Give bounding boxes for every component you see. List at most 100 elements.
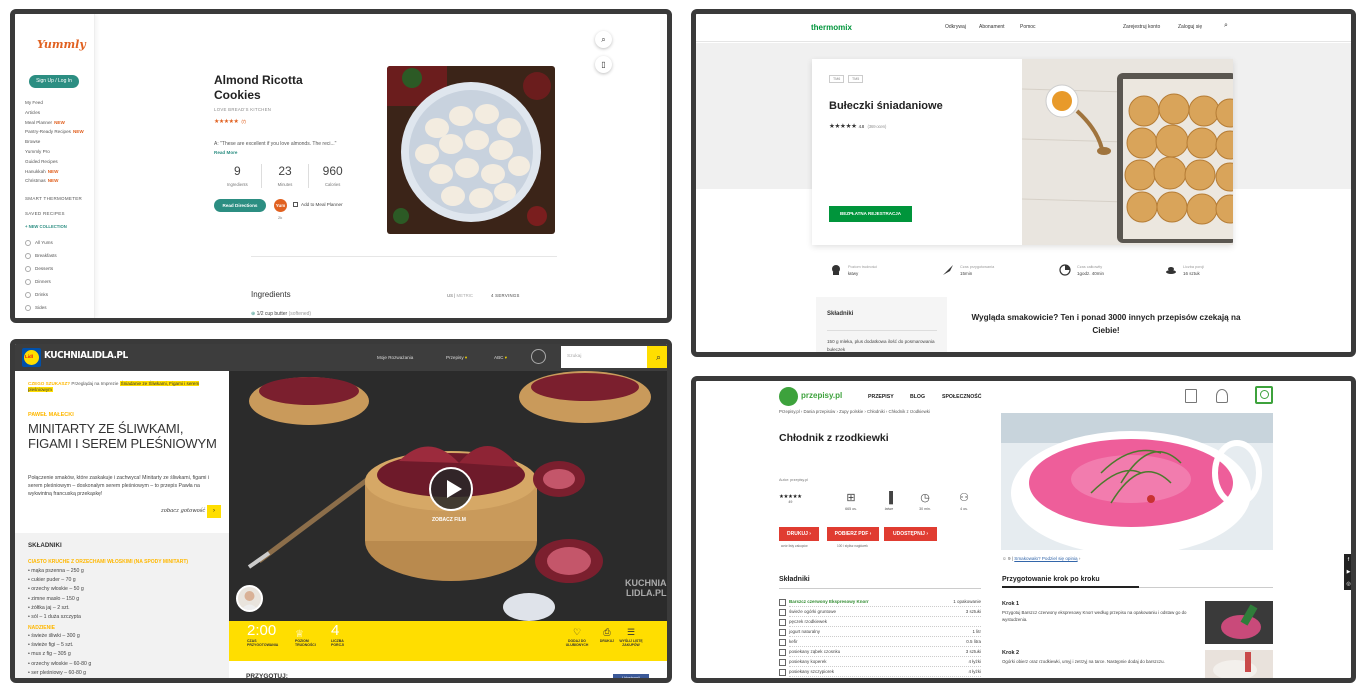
clock-icon: ◷ — [920, 492, 930, 504]
sidebar-item[interactable]: Articles — [25, 108, 95, 118]
author-name[interactable]: PAWEŁ MAŁECKI — [28, 412, 74, 418]
menu-spolecznosc[interactable]: SPOŁECZNOŚĆ — [942, 394, 982, 400]
print-button[interactable]: ⎙ DRUKUJ — [594, 627, 620, 643]
search-icon[interactable] — [1255, 386, 1273, 404]
search-icon[interactable]: ⌕ — [1224, 22, 1228, 30]
stat-minutes: 23 Minutes — [262, 164, 310, 188]
ingredient-row[interactable]: świeże ogórki gruntowe 3 sztuki — [779, 607, 981, 617]
print-button[interactable]: DRUKUJ › — [779, 527, 819, 541]
collection-item[interactable]: Dinners — [25, 275, 57, 288]
search-icon[interactable]: ⌕ — [595, 31, 612, 48]
ingredient-row[interactable]: posiekany koperek 4 łyżki — [779, 657, 981, 667]
ingredient-row[interactable]: Barszcz czerwony Ekspresowy Knorr 1 opako… — [779, 597, 981, 607]
rating[interactable]: ★★★★★ 4.8 (369 ocen) — [829, 122, 886, 130]
mobile-icon[interactable]: ▯ — [595, 56, 612, 73]
zobacz-link[interactable]: zobacz gotowość — [161, 508, 205, 514]
read-directions-button[interactable]: Read Directions — [214, 199, 266, 212]
top-nav: thermomix Odkrywaj Abonament Pomoc Zarej… — [696, 14, 1351, 42]
sidebar-item[interactable]: Browse — [25, 137, 95, 147]
yummly-logo[interactable]: Yummly — [37, 38, 86, 51]
print-caption: wzór listy zakupów — [781, 544, 808, 548]
arrow-right-icon[interactable]: › — [207, 505, 221, 518]
author[interactable]: Autor: przepisy.pl — [779, 478, 808, 482]
add-to-meal-planner-button[interactable]: Add to Meal Planner — [293, 202, 343, 208]
servings-selector[interactable]: 4 SERVINGS — [491, 293, 520, 298]
facebook-share-button[interactable]: Udostępnij — [613, 674, 649, 678]
recipe-video[interactable]: ZOBACZ FILM KUCHNIA LIDLA.PL — [229, 371, 667, 621]
ingredient-row[interactable]: kefir 0.5 litra — [779, 637, 981, 647]
watch-film-label[interactable]: ZOBACZ FILM — [432, 517, 466, 523]
menu-przepisy[interactable]: Przepisy ▾ — [446, 355, 467, 361]
shopping-list-button[interactable]: ☰ WYŚLIJ LISTĘ ZAKUPÓW — [618, 627, 644, 647]
search-input[interactable]: Szukaj — [561, 346, 647, 368]
person-icon: ⚇ — [959, 492, 969, 504]
sidebar-item[interactable]: My Feed — [25, 98, 95, 108]
section-heading: NADZIENIE — [28, 625, 55, 631]
free-registration-button[interactable]: BEZPŁATNA REJESTRACJA — [829, 206, 912, 222]
sidebar-item[interactable]: Pantry-Ready Recipes NEW — [25, 127, 95, 137]
avatar[interactable] — [236, 585, 263, 612]
ingredients-heading: SKŁADNIKI — [28, 542, 62, 549]
smart-thermometer-link[interactable]: SMART THERMOMETER — [25, 196, 82, 201]
ingredient-row[interactable]: posiekany ząbek czosnku 3 sztuki — [779, 647, 981, 657]
rating-stars[interactable]: ★★★★★ 49 — [779, 494, 802, 504]
collection-item[interactable]: All Yums — [25, 236, 57, 249]
collection-item[interactable]: Drinks — [25, 288, 57, 301]
ingredients-heading: Składniki — [827, 311, 854, 317]
collection-item[interactable]: Sides — [25, 301, 57, 314]
ingredients-heading: Składniki — [779, 576, 810, 583]
cookies-plate-image — [387, 66, 555, 234]
comments[interactable]: ☺ 9 | Smakowało? Podziel się opinią › — [1002, 556, 1080, 561]
sidebar-item[interactable]: Yummly Pro — [25, 147, 95, 157]
youtube-icon[interactable]: ▶ — [1344, 566, 1351, 578]
download-pdf-button[interactable]: POBIERZ PDF › — [827, 527, 879, 541]
nav-odkrywaj[interactable]: Odkrywaj — [945, 24, 966, 30]
menu-rozwazania[interactable]: Moje Rozważania — [377, 355, 413, 360]
register-link[interactable]: Zarejestruj konto — [1123, 24, 1160, 30]
collection-item[interactable]: Breakfasts — [25, 249, 57, 262]
signup-button[interactable]: Sign Up / Log In — [29, 75, 79, 88]
menu-blog[interactable]: BLOG — [910, 394, 925, 400]
sidebar-item[interactable]: Christmas NEW — [25, 176, 95, 186]
menu-przepisy[interactable]: PRZEPISY — [868, 394, 894, 400]
thermomix-logo[interactable]: thermomix — [811, 23, 852, 32]
sidebar-nav: My Feed Articles Meal Planner NEW Pantry-… — [25, 98, 95, 186]
breadcrumb[interactable]: Przepisy.pl › Dania przepisów › Zupy pol… — [779, 409, 930, 414]
units-toggle[interactable]: US | METRIC — [447, 293, 473, 298]
sidebar-item[interactable]: Meal Planner NEW — [25, 118, 95, 128]
notebook-icon[interactable] — [1185, 389, 1197, 403]
facebook-icon[interactable]: f — [1344, 554, 1351, 566]
watermark: KUCHNIA LIDLA.PL — [625, 578, 667, 598]
new-collection-button[interactable]: + NEW COLLECTION — [25, 224, 67, 229]
login-link[interactable]: Zaloguj się — [1178, 24, 1202, 30]
sidebar-item[interactable]: Hanukkah NEW — [25, 167, 95, 177]
search-button[interactable]: ⌕ — [647, 346, 667, 368]
recipe-source[interactable]: LOVE BREAD'S KITCHEN — [214, 107, 271, 112]
collection-item[interactable]: Desserts — [25, 262, 57, 275]
przepisy-logo[interactable]: przepisy.pl — [801, 391, 842, 400]
user-icon[interactable] — [531, 349, 546, 364]
nav-pomoc[interactable]: Pomoc — [1020, 24, 1036, 30]
ingredient-row[interactable]: posiekany szczypiorek 4 łyżki — [779, 667, 981, 677]
rating-stars[interactable]: ★★★★★ (7) — [214, 118, 246, 125]
instagram-icon[interactable]: ◎ — [1344, 578, 1351, 590]
ingredient-row[interactable]: jogurt naturalny 1 litr — [779, 627, 981, 637]
read-more-link[interactable]: Read More — [214, 150, 238, 155]
recipe-title: Chłodnik z rzodkiewki — [779, 432, 889, 444]
play-icon[interactable] — [429, 467, 473, 511]
favorite-button[interactable]: ♡ DODAJ DO ULUBIONYCH — [564, 627, 590, 647]
lidl-logo[interactable] — [22, 348, 41, 367]
calendar-icon — [293, 202, 298, 208]
yum-button[interactable]: Yum — [274, 199, 287, 212]
menu-abc[interactable]: ABC ▾ — [494, 355, 507, 361]
przepisy-logo-icon[interactable] — [779, 387, 798, 406]
divider — [251, 256, 557, 257]
chef-icon[interactable] — [1216, 389, 1228, 403]
list-item: ser pleśniowy – 60-80 g — [28, 669, 91, 678]
share-button[interactable]: UDOSTĘPNIJ › — [884, 527, 937, 541]
sidebar-item[interactable]: Guided Recipes — [25, 157, 95, 167]
site-brand[interactable]: KUCHNIALIDLA.PL — [44, 350, 128, 361]
ingredient-row[interactable]: pęczek rzodkiewek — [779, 617, 981, 627]
recipe-title: MINITARTY ZE ŚLIWKAMI, FIGAMI I SEREM PL… — [28, 421, 217, 451]
nav-abonament[interactable]: Abonament — [979, 24, 1005, 30]
